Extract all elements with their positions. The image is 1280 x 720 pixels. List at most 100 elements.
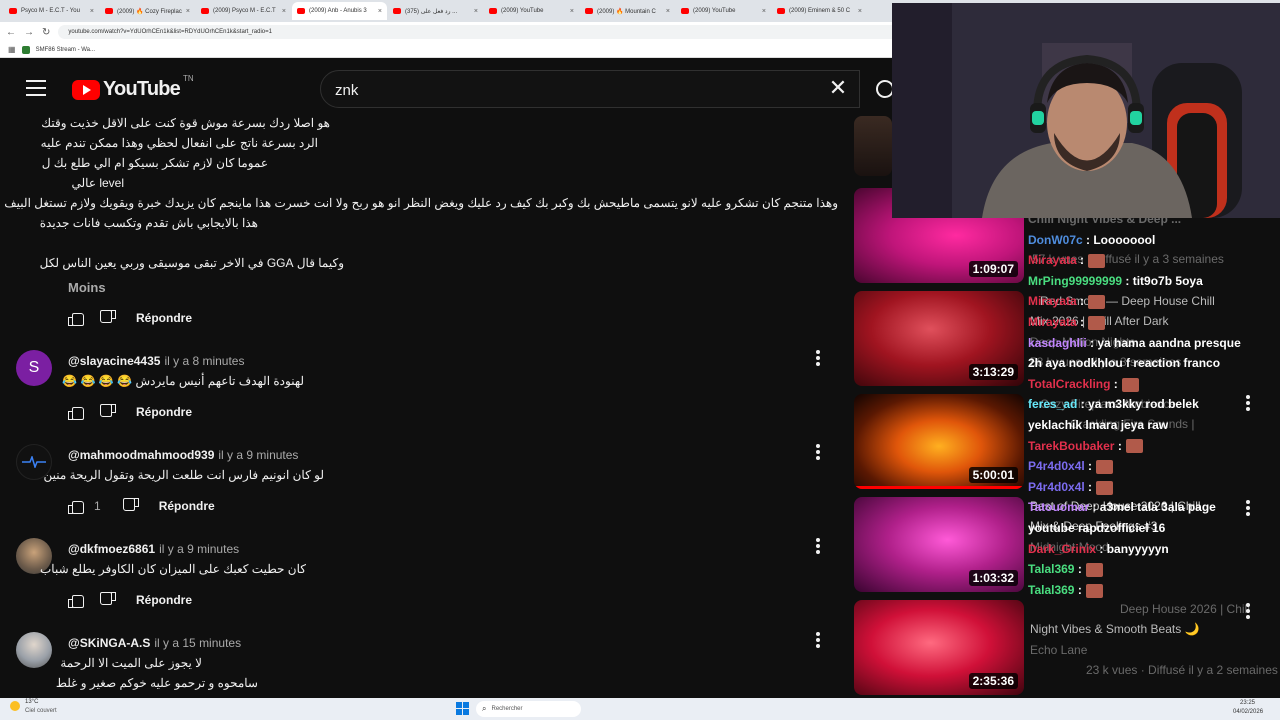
comment-menu-icon[interactable]: [816, 632, 820, 648]
chat-username: P4r4d0x4l: [1028, 459, 1085, 474]
chat-username: Tatouomar: [1028, 500, 1090, 515]
comment-author[interactable]: @mahmoodmahmood939: [68, 448, 214, 462]
browser-tab[interactable]: (2009) YouTube ×: [676, 2, 771, 20]
search-input[interactable]: [335, 79, 815, 101]
chat-username: Talal369: [1028, 562, 1075, 577]
chat-username: Mirayata: [1028, 315, 1077, 329]
video-duration: 2:35:36: [968, 673, 1018, 689]
chat-text: : ya m3kky rod belek: [1077, 397, 1199, 412]
close-tab-icon[interactable]: ×: [570, 8, 574, 15]
close-tab-icon[interactable]: ×: [762, 8, 766, 15]
search-icon[interactable]: [874, 76, 894, 100]
comment-header: @slayacine4435 il y a 8 minutes: [68, 352, 244, 370]
tab-favicon-icon: [585, 8, 593, 14]
video-thumbnail[interactable]: 5:00:01: [854, 394, 1024, 489]
tab-label: Psyco M - E.C.T - You: [21, 8, 80, 14]
close-tab-icon[interactable]: ×: [90, 8, 94, 15]
reply-button[interactable]: Répondre: [136, 311, 192, 325]
comment-time[interactable]: il y a 15 minutes: [154, 636, 241, 650]
video-thumbnail[interactable]: 1:03:32: [854, 497, 1024, 592]
browser-tab[interactable]: (2009) 🔥 Cozy Fireplac ×: [100, 2, 195, 20]
chat-message: P4r4d0x4l :: [1028, 459, 1114, 475]
reply-button[interactable]: Répondre: [159, 499, 215, 513]
close-tab-icon[interactable]: ×: [666, 8, 670, 15]
browser-tab[interactable]: (2009) Anb - Anubis 3 ×: [292, 2, 387, 20]
youtube-logo[interactable]: YouTube TN: [72, 74, 194, 101]
browser-tab[interactable]: (375) رد فعل على ... ×: [388, 2, 483, 20]
chat-message: Dark_Grinix : banyyyyyn: [1028, 542, 1169, 556]
like-count: 1: [94, 499, 101, 513]
weather-temp: 13°C: [25, 699, 39, 705]
bookmark-item[interactable]: SMF86 Stream - Wa...: [36, 47, 95, 53]
like-icon[interactable]: [68, 310, 84, 326]
dislike-icon[interactable]: [100, 310, 116, 326]
back-icon[interactable]: ←: [6, 27, 16, 38]
dislike-icon[interactable]: [100, 592, 116, 608]
browser-tab[interactable]: (2009) 🔥 Mountain C ×: [580, 2, 675, 20]
comment-line: هو اصلا ردك بسرعة موش قوة كنت على الاقل …: [41, 116, 330, 130]
chat-message: Mirayata :: [1028, 294, 1106, 310]
chat-text: : banyyyyyn: [1096, 541, 1169, 556]
hamburger-menu-icon[interactable]: [26, 80, 46, 96]
video-thumbnail[interactable]: 2:35:36: [854, 600, 1024, 695]
close-tab-icon[interactable]: ×: [474, 8, 478, 15]
chat-message: MrPing99999999 : tit9o7b 5oya: [1028, 274, 1203, 288]
comment-time[interactable]: il y a 9 minutes: [218, 448, 298, 462]
forward-icon[interactable]: →: [24, 27, 34, 38]
dislike-icon[interactable]: [100, 404, 116, 420]
comment-actions: Répondre: [68, 402, 192, 422]
tab-favicon-icon: [105, 8, 113, 14]
tab-favicon-icon: [777, 8, 785, 14]
avatar-letter: S: [28, 359, 40, 376]
chat-username: kasdaghlii: [1028, 335, 1087, 350]
avatar[interactable]: S: [16, 350, 52, 386]
avatar[interactable]: [16, 632, 52, 668]
apps-grid-icon[interactable]: ▦: [8, 45, 16, 54]
close-tab-icon[interactable]: ×: [858, 8, 862, 15]
comment-menu-icon[interactable]: [816, 538, 820, 554]
browser-tab[interactable]: (2009) YouTube ×: [484, 2, 579, 20]
chat-message: kasdaghlii : ya hama aandna presque: [1028, 336, 1241, 350]
comment-author[interactable]: @SKiNGA-A.S: [68, 636, 150, 650]
chat-text: :: [1084, 479, 1093, 494]
url-field[interactable]: youtube.com/watch?v=YdUOrhCEn1k&list=RDY…: [58, 25, 919, 39]
close-tab-icon[interactable]: ×: [186, 8, 190, 15]
like-icon[interactable]: [68, 404, 84, 420]
comment-header: @SKiNGA-A.S il y a 15 minutes: [68, 634, 241, 652]
chat-text: yeklachik lmara jeya raw: [1028, 418, 1169, 432]
clear-search-icon[interactable]: ✕: [826, 76, 850, 100]
bookmark-icon: [21, 45, 30, 54]
like-icon[interactable]: [68, 498, 84, 514]
chat-emote-icon: [1125, 439, 1143, 454]
windows-start-icon[interactable]: [456, 702, 469, 715]
comment-time[interactable]: il y a 8 minutes: [164, 354, 244, 368]
taskbar-search[interactable]: ⌕ Rechercher: [476, 701, 581, 717]
comment-author[interactable]: @slayacine4435: [68, 354, 160, 368]
tab-label: (2009) Eminem & 50 C: [789, 8, 851, 14]
comment-menu-icon[interactable]: [816, 444, 820, 460]
browser-tab[interactable]: Psyco M - E.C.T - You ×: [4, 2, 99, 20]
show-less-link[interactable]: Moins: [68, 280, 106, 295]
comment-time[interactable]: il y a 9 minutes: [159, 542, 239, 556]
close-tab-icon[interactable]: ×: [378, 8, 382, 15]
browser-tab[interactable]: (2009) Psyco M - E.C.T ×: [196, 2, 291, 20]
dislike-icon[interactable]: [123, 498, 139, 514]
tab-label: (2009) 🔥 Cozy Fireplac: [117, 8, 182, 15]
chat-text: :: [1114, 438, 1122, 453]
close-tab-icon[interactable]: ×: [282, 8, 286, 15]
chat-emote-icon: [1085, 563, 1103, 578]
browser-tab[interactable]: (2009) Eminem & 50 C ×: [772, 2, 867, 20]
like-icon[interactable]: [68, 592, 84, 608]
chat-emote-icon: [1121, 377, 1139, 392]
comment-menu-icon[interactable]: [816, 350, 820, 366]
chat-text: : a3mel tala 3ala page: [1089, 500, 1216, 515]
reload-icon[interactable]: ↻: [42, 27, 50, 38]
video-thumbnail[interactable]: 3:13:29: [854, 291, 1024, 386]
video-thumbnail[interactable]: [854, 116, 892, 176]
chat-emote-icon: [1088, 315, 1106, 330]
comment-text: كان حطيت كعبك على الميزان كان الكاوفر يط…: [40, 562, 306, 576]
stream-chat-overlay: Chill Night Vibes & Deep ... DonW07c : Lo…: [1028, 210, 1278, 700]
reply-button[interactable]: Répondre: [136, 593, 192, 607]
comment-author[interactable]: @dkfmoez6861: [68, 542, 155, 556]
reply-button[interactable]: Répondre: [136, 405, 192, 419]
